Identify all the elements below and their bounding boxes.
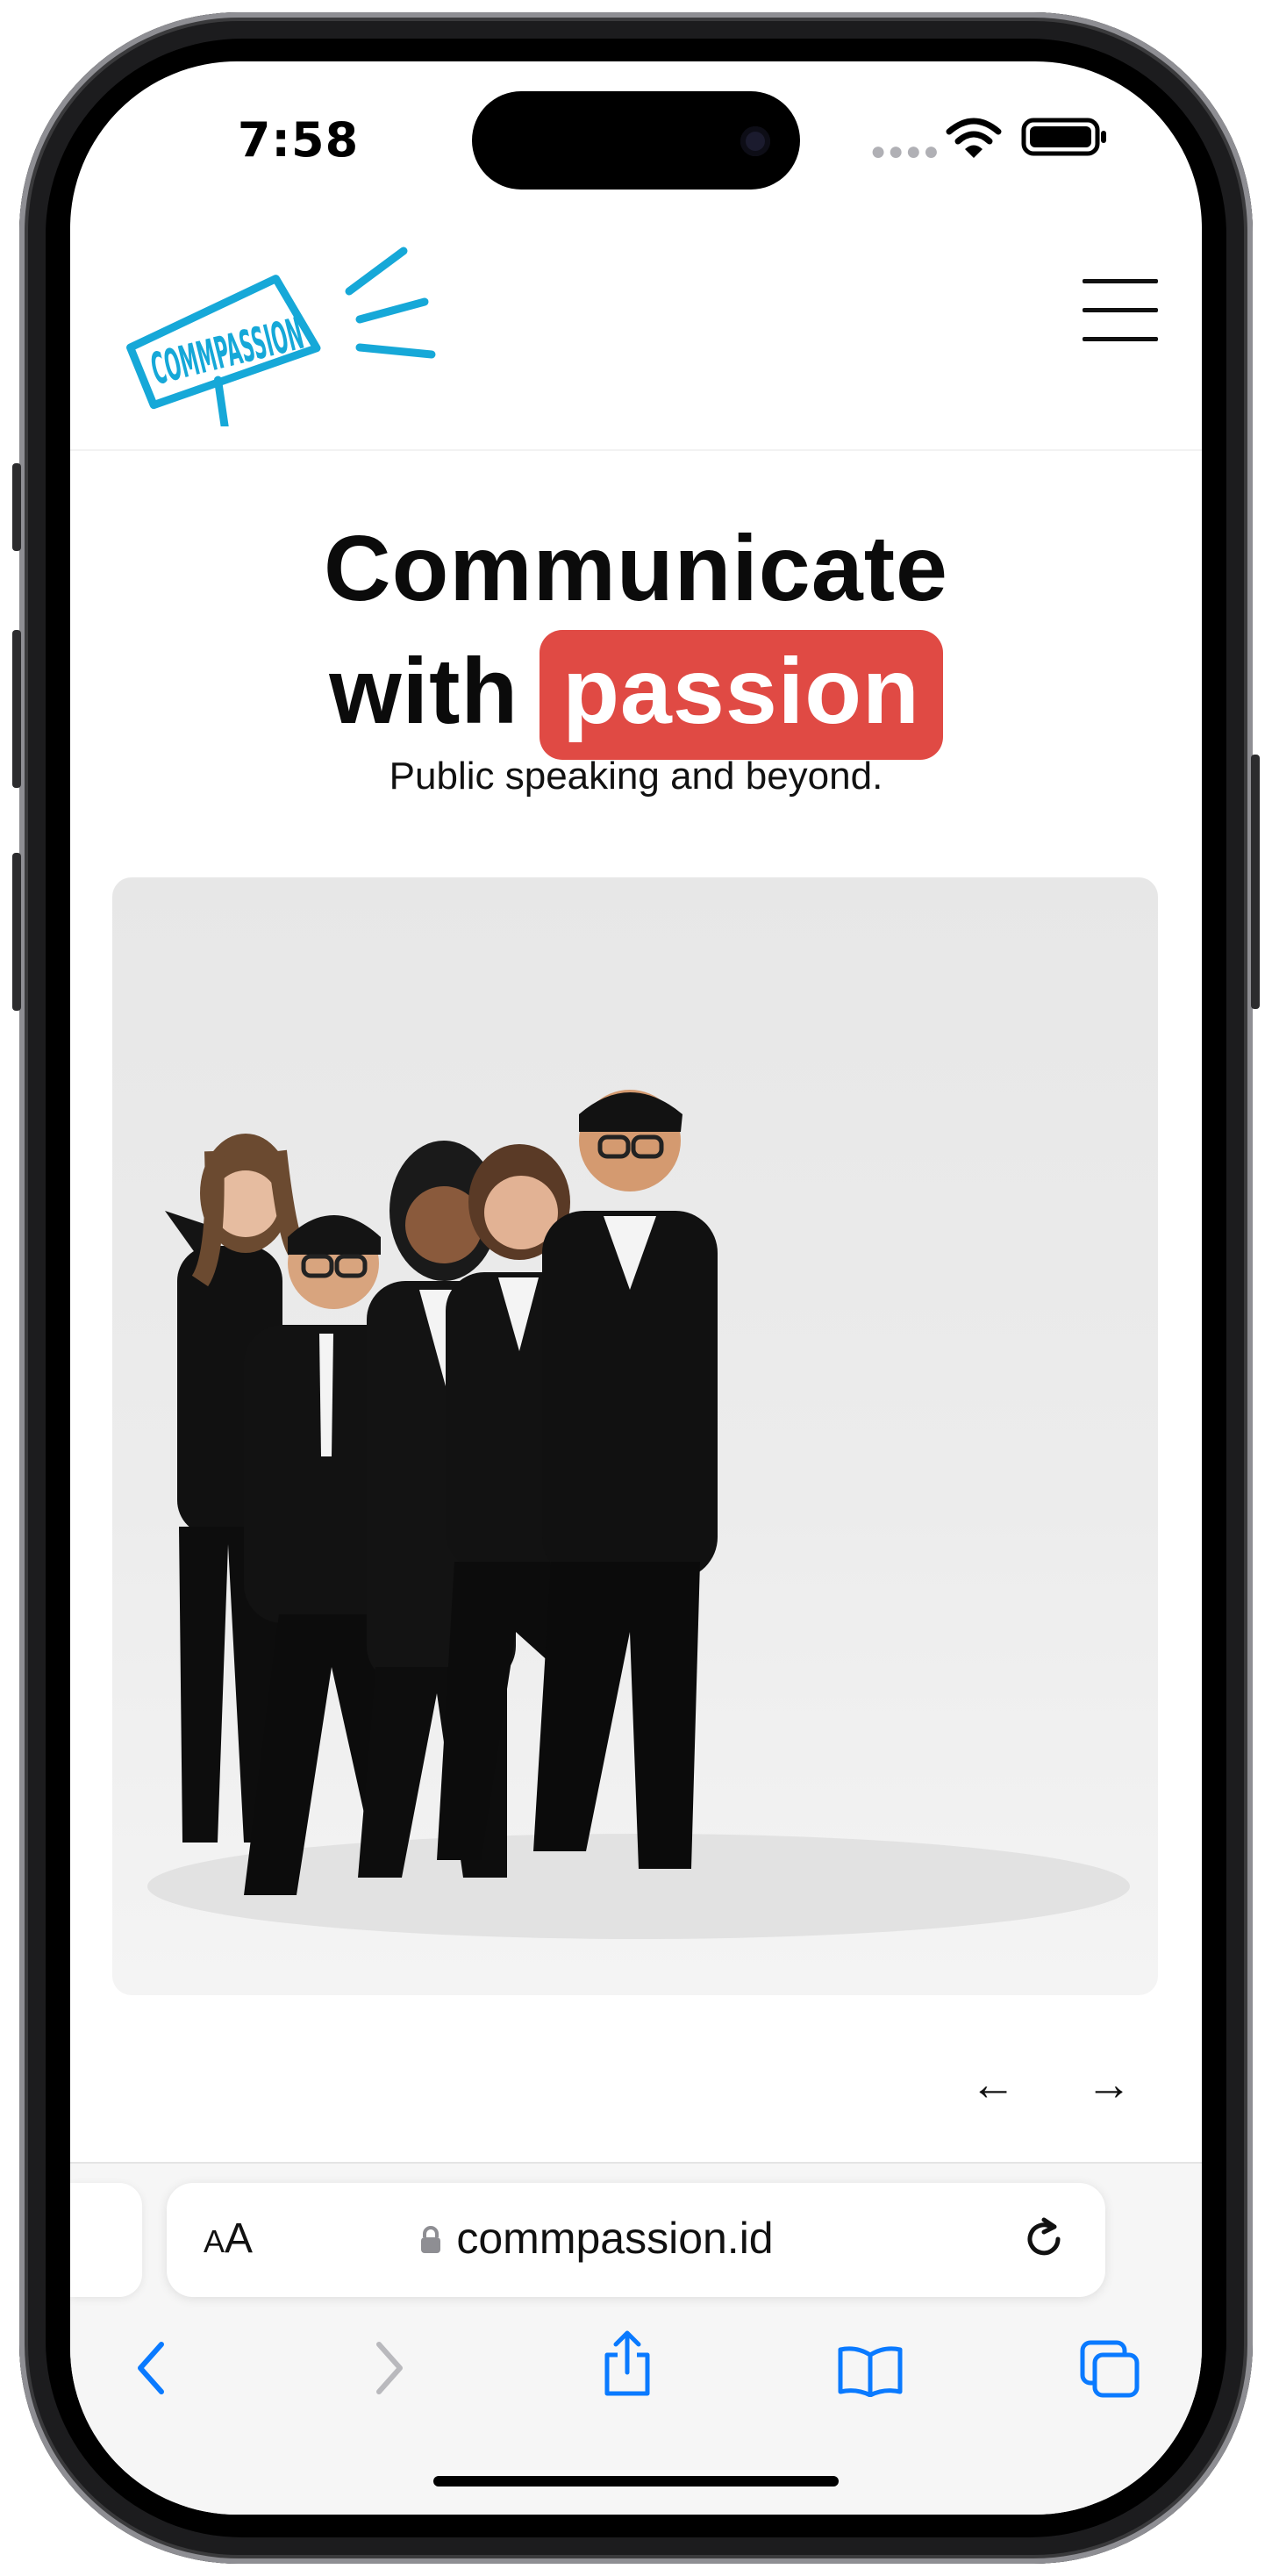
wifi-icon: [946, 118, 1002, 158]
bookmarks-icon[interactable]: [835, 2343, 905, 2397]
screen: 7:58 ●●●● COMMPASSION Communicate with pa…: [70, 61, 1202, 2515]
status-time: 7:58: [237, 112, 360, 168]
carousel-next-button[interactable]: →: [1074, 2058, 1144, 2111]
share-icon[interactable]: [600, 2329, 654, 2399]
arrow-right-icon: →: [1086, 2059, 1132, 2110]
hero-title-line2: with passion: [70, 630, 1202, 760]
action-button: [12, 463, 21, 551]
arrow-left-icon: ←: [970, 2059, 1016, 2110]
volume-down-button: [12, 853, 21, 1011]
tabs-icon[interactable]: [1079, 2339, 1142, 2399]
front-camera: [740, 126, 770, 156]
reload-icon[interactable]: [1019, 2215, 1068, 2264]
carousel-prev-button[interactable]: ←: [958, 2058, 1028, 2111]
previous-tab-peek[interactable]: [70, 2183, 142, 2297]
commpassion-logo[interactable]: COMMPASSION: [105, 233, 447, 426]
hero-highlight-pill: passion: [540, 630, 943, 760]
team-photo-illustration: [147, 1090, 1130, 1939]
header-divider: [70, 449, 1202, 451]
url-text: commpassion.id: [456, 2214, 774, 2263]
forward-icon[interactable]: [372, 2339, 407, 2397]
battery-icon: [1021, 118, 1106, 156]
home-indicator: [433, 2476, 839, 2487]
back-icon[interactable]: [133, 2339, 168, 2397]
address-url[interactable]: commpassion.id: [325, 2213, 868, 2264]
team-photo: [112, 877, 1158, 1995]
text-size-button[interactable]: AA: [204, 2215, 253, 2263]
lock-icon: [421, 2226, 441, 2253]
hero-tagline: Public speaking and beyond.: [389, 755, 883, 798]
hero-title-with: with: [329, 640, 519, 743]
power-button: [1251, 755, 1260, 1009]
volume-up-button: [12, 630, 21, 788]
hamburger-menu-button[interactable]: [1083, 279, 1158, 342]
hero-title-line1: Communicate: [324, 517, 948, 620]
signal-dots-icon: ●●●●: [870, 137, 941, 166]
